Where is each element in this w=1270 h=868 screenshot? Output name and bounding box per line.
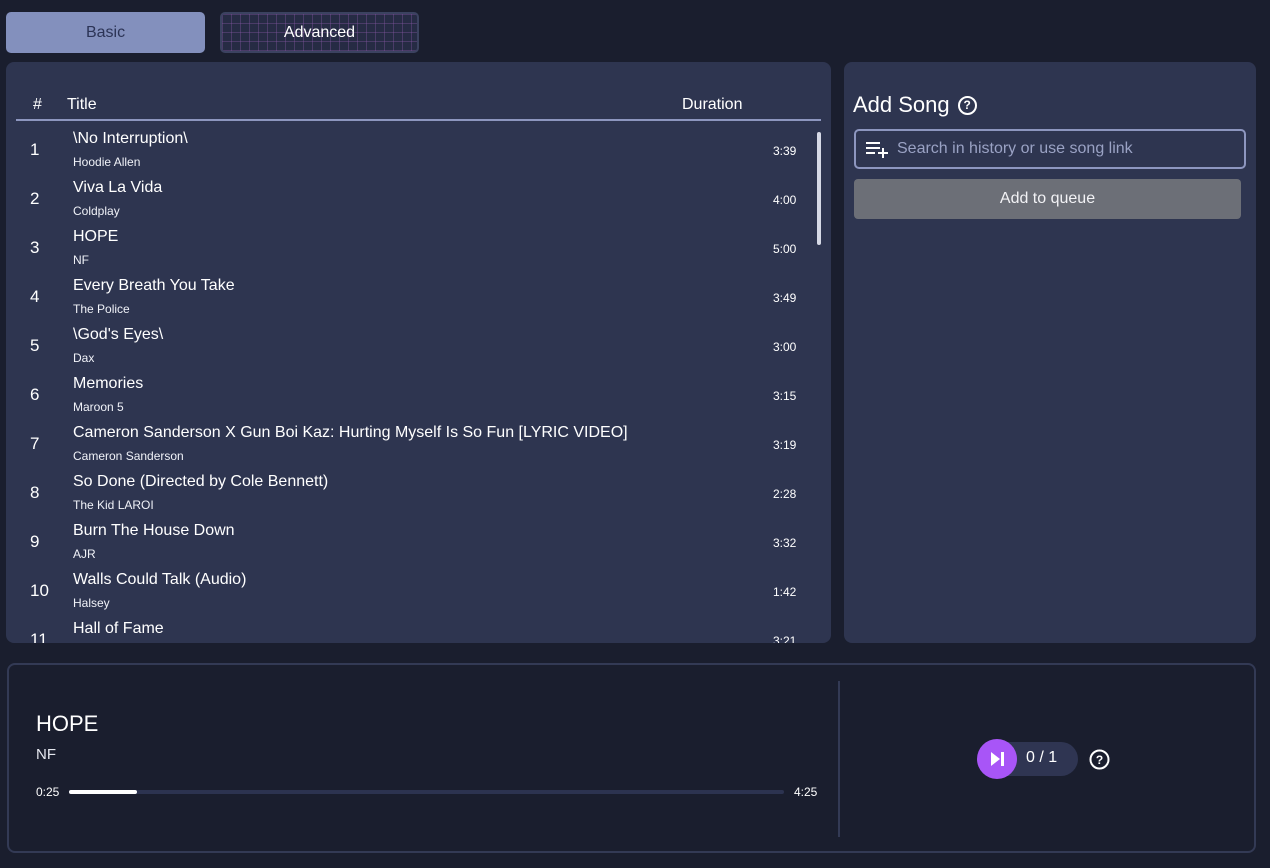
track-artist: Dax xyxy=(73,351,95,365)
track-duration: 3:19 xyxy=(773,438,797,452)
add-to-queue-button[interactable]: Add to queue xyxy=(854,179,1241,219)
queue-list[interactable]: 1 \No Interruption\ Hoodie Allen 3:39 2 Viva … xyxy=(16,126,816,643)
add-song-heading: Add Song ? xyxy=(853,92,977,118)
track-title: Burn The House Down xyxy=(73,522,235,539)
track-number: 3 xyxy=(30,238,40,257)
skip-vote-count: 0 / 1 xyxy=(1026,749,1058,766)
track-title: Cameron Sanderson X Gun Boi Kaz: Hurting… xyxy=(73,424,628,441)
track-artist: NF xyxy=(73,253,89,267)
now-playing-bar: HOPE NF 0:25 4:25 0 / 1 ? xyxy=(7,663,1256,853)
track-number: 8 xyxy=(30,483,40,502)
track-title: \No Interruption\ xyxy=(73,130,188,147)
track-title: Viva La Vida xyxy=(73,179,163,196)
skip-next-icon xyxy=(991,752,1004,766)
current-time: 0:25 xyxy=(36,785,60,799)
playlist-add-icon xyxy=(866,142,888,158)
queue-row[interactable]: 10 Walls Could Talk (Audio) Halsey 1:42 xyxy=(16,567,816,616)
track-duration: 2:28 xyxy=(773,487,797,501)
track-number: 11 xyxy=(30,630,48,643)
track-duration: 3:00 xyxy=(773,340,797,354)
queue-row[interactable]: 8 So Done (Directed by Cole Bennett) The K… xyxy=(16,469,816,518)
track-number: 9 xyxy=(30,532,40,551)
queue-row[interactable]: 2 Viva La Vida Coldplay 4:00 xyxy=(16,175,816,224)
advanced-mode-button[interactable]: Advanced xyxy=(220,12,419,53)
track-duration: 3:15 xyxy=(773,389,797,403)
track-title: Every Breath You Take xyxy=(73,277,235,294)
track-title: Memories xyxy=(73,375,144,392)
track-duration: 3:21 xyxy=(773,634,797,643)
queue-row[interactable]: 5 \God's Eyes\ Dax 3:00 xyxy=(16,322,816,371)
column-header-number: # xyxy=(33,96,42,113)
track-artist: Halsey xyxy=(73,596,110,610)
track-artist: Cameron Sanderson xyxy=(73,449,184,463)
track-artist: The Police xyxy=(73,302,130,316)
track-artist: Coldplay xyxy=(73,204,120,218)
queue-table-header: # Title Duration xyxy=(16,90,821,121)
track-duration: 3:49 xyxy=(773,291,797,305)
queue-row[interactable]: 7 Cameron Sanderson X Gun Boi Kaz: Hurtin… xyxy=(16,420,816,469)
track-number: 10 xyxy=(30,581,49,600)
track-title: Hall of Fame xyxy=(73,620,164,637)
track-number: 2 xyxy=(30,189,40,208)
song-search-input[interactable] xyxy=(897,140,1237,158)
track-title: \God's Eyes\ xyxy=(73,326,164,343)
add-song-panel: Add Song ? Add to queue xyxy=(844,62,1256,643)
track-title: Walls Could Talk (Audio) xyxy=(73,571,247,588)
track-artist: Maroon 5 xyxy=(73,400,124,414)
track-artist: AJR xyxy=(73,547,96,561)
track-number: 6 xyxy=(30,385,40,404)
basic-mode-button[interactable]: Basic xyxy=(6,12,205,53)
skip-button[interactable] xyxy=(977,739,1017,779)
track-number: 1 xyxy=(30,140,40,159)
player-divider xyxy=(838,681,840,837)
column-header-title: Title xyxy=(67,96,97,113)
track-title: So Done (Directed by Cole Bennett) xyxy=(73,473,329,490)
track-number: 4 xyxy=(30,287,40,306)
column-header-duration: Duration xyxy=(682,96,743,113)
track-number: 7 xyxy=(30,434,40,453)
track-duration: 5:00 xyxy=(773,242,797,256)
queue-row[interactable]: 6 Memories Maroon 5 3:15 xyxy=(16,371,816,420)
track-duration: 4:00 xyxy=(773,193,797,207)
queue-row[interactable]: 9 Burn The House Down AJR 3:32 xyxy=(16,518,816,567)
queue-panel: # Title Duration 1 \No Interruption\ Hoodi… xyxy=(6,62,831,643)
track-duration: 1:42 xyxy=(773,585,797,599)
help-circle-icon[interactable]: ? xyxy=(957,95,977,115)
queue-row[interactable]: 3 HOPE NF 5:00 xyxy=(16,224,816,273)
track-artist: Hoodie Allen xyxy=(73,155,141,169)
queue-scrollbar[interactable] xyxy=(817,132,821,245)
track-number: 5 xyxy=(30,336,40,355)
track-duration: 3:39 xyxy=(773,144,797,158)
svg-text:?: ? xyxy=(1096,753,1103,767)
now-playing-artist: NF xyxy=(36,746,56,763)
track-duration: 3:32 xyxy=(773,536,797,550)
progress-fill xyxy=(69,790,137,794)
now-playing-title: HOPE xyxy=(36,711,99,736)
track-title: HOPE xyxy=(73,228,119,245)
progress-slider[interactable] xyxy=(69,790,784,794)
queue-row[interactable]: 4 Every Breath You Take The Police 3:49 xyxy=(16,273,816,322)
add-song-title: Add Song xyxy=(853,92,950,117)
track-artist: The Kid LAROI xyxy=(73,498,154,512)
help-circle-icon[interactable]: ? xyxy=(1089,749,1110,770)
queue-row[interactable]: 11 Hall of Fame 3:21 xyxy=(16,616,816,643)
song-search-field[interactable] xyxy=(854,129,1246,169)
queue-row[interactable]: 1 \No Interruption\ Hoodie Allen 3:39 xyxy=(16,126,816,175)
total-time: 4:25 xyxy=(794,785,818,799)
